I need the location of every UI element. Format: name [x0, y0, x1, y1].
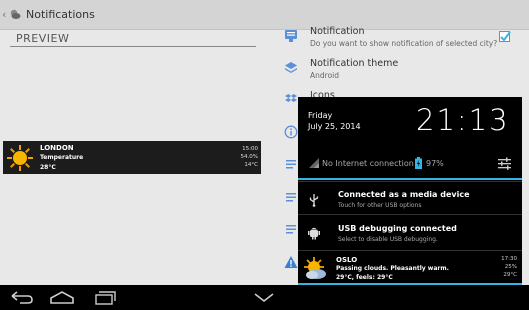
oslo-humidity: 25%: [504, 264, 517, 270]
oslo-condition: Passing clouds. Pleasantly warm.: [336, 265, 449, 272]
oslo-time: 17:30: [501, 256, 517, 262]
debug-notification-subtitle: Select to disable USB debugging.: [338, 236, 438, 243]
battery-charging-icon: [415, 157, 422, 169]
list-icon: [286, 225, 296, 234]
weather-cloud-icon[interactable]: [9, 8, 21, 20]
preview-heading: PREVIEW: [16, 32, 70, 45]
notification-shade[interactable]: Friday July 25, 2014 21:13 No Internet c…: [298, 97, 522, 285]
oslo-city: OSLO: [336, 256, 358, 264]
widget-low-temp: 14°C: [244, 162, 258, 168]
chevron-down-icon[interactable]: [251, 289, 277, 306]
dropbox-icon: [285, 94, 297, 102]
notification-divider: [298, 181, 522, 182]
usb-notification-title[interactable]: Connected as a media device: [338, 190, 470, 199]
home-icon[interactable]: [49, 289, 75, 306]
navigation-bar: [0, 285, 529, 310]
android-debug-icon: [308, 227, 320, 240]
layers-icon: [285, 62, 297, 73]
back-icon[interactable]: [9, 289, 35, 306]
debug-notification-title[interactable]: USB debugging connected: [338, 224, 457, 233]
weather-widget-preview: LONDON Temperature 28°C 15:00 54.0% 14°C: [3, 141, 261, 174]
list-icon: [286, 193, 296, 202]
widget-city: LONDON: [40, 144, 74, 152]
setting-theme-title[interactable]: Notification theme: [310, 58, 398, 69]
preview-divider: [10, 46, 256, 47]
setting-theme-subtitle: Android: [310, 71, 339, 80]
quick-settings-icon[interactable]: [498, 157, 511, 170]
shade-date: July 25, 2014: [308, 122, 361, 131]
warning-icon: [284, 256, 298, 268]
sun-icon: [7, 145, 33, 171]
action-bar: ‹ Notifications: [0, 0, 529, 30]
recent-apps-icon[interactable]: [92, 289, 118, 306]
setting-notification-title[interactable]: Notification: [310, 26, 365, 37]
setting-notification-subtitle: Do you want to show notification of sele…: [310, 39, 498, 48]
widget-condition: Temperature: [40, 154, 84, 161]
usb-notification-subtitle: Touch for other USB options: [338, 202, 422, 209]
notification-checkbox[interactable]: [499, 31, 511, 42]
shade-day: Friday: [308, 111, 333, 120]
list-icon: [286, 160, 296, 169]
check-icon: [500, 31, 511, 42]
page-title: Notifications: [26, 8, 95, 21]
notification-icon: [285, 30, 297, 42]
oslo-feels-like: 29°C, feels: 29°C: [336, 274, 393, 281]
battery-level: 97%: [426, 159, 444, 168]
info-icon: [284, 125, 298, 139]
network-status: No Internet connection: [322, 159, 414, 168]
usb-icon: [309, 194, 319, 207]
notification-divider: [298, 214, 522, 215]
up-arrow-icon[interactable]: ‹: [2, 8, 6, 21]
notification-divider: [298, 250, 522, 251]
widget-temperature: 28°C: [40, 164, 56, 171]
widget-time: 15:00: [242, 146, 258, 152]
sun-cloud-icon: [304, 257, 326, 279]
oslo-temperature: 29°C: [503, 272, 517, 278]
signal-icon: [309, 158, 319, 168]
shade-clock: 21:13: [416, 103, 510, 137]
widget-humidity: 54.0%: [240, 154, 258, 160]
shade-header-divider: [298, 178, 522, 180]
